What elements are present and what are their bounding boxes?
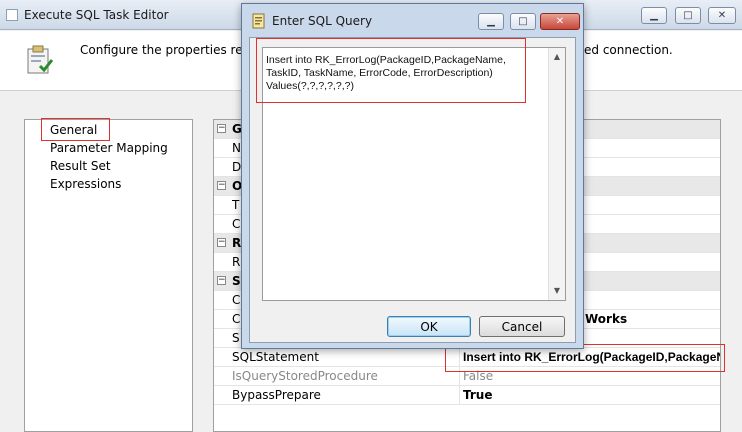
nav-item-parameter-mapping[interactable]: Parameter Mapping xyxy=(50,141,168,155)
property-name: R xyxy=(232,255,241,269)
sql-query-highlight-box xyxy=(256,38,526,103)
header-description: Configure the properties requi xyxy=(80,43,262,57)
property-name: C xyxy=(232,312,241,326)
dialog-minimize-button[interactable]: ▁ xyxy=(478,13,504,30)
property-name: N xyxy=(232,141,241,155)
app-icon xyxy=(6,9,18,21)
sql-query-icon xyxy=(252,13,265,29)
scroll-up-icon[interactable]: ▲ xyxy=(549,49,565,65)
main-close-button[interactable]: ✕ xyxy=(708,7,736,24)
minimize-icon: ▁ xyxy=(650,9,658,21)
property-name: C xyxy=(232,217,241,231)
maximize-icon: □ xyxy=(683,9,693,21)
property-name: SQLStatement xyxy=(232,350,319,364)
query-vertical-scrollbar[interactable]: ▲ ▼ xyxy=(548,48,565,300)
close-icon: ✕ xyxy=(555,15,565,27)
property-name: BypassPrepare xyxy=(232,388,321,402)
property-row[interactable]: BypassPrepare True xyxy=(214,386,720,405)
main-window-title: Execute SQL Task Editor xyxy=(24,8,169,22)
dialog-title: Enter SQL Query xyxy=(272,14,373,28)
collapse-icon[interactable]: − xyxy=(217,124,226,133)
maximize-button[interactable]: □ xyxy=(675,7,701,24)
task-clipboard-icon xyxy=(27,45,54,74)
close-icon: ✕ xyxy=(717,9,727,21)
ok-button[interactable]: OK xyxy=(387,316,471,337)
property-name: T xyxy=(232,198,240,212)
minimize-button[interactable]: ▁ xyxy=(641,7,667,24)
property-category-name: R xyxy=(232,236,242,250)
maximize-icon: □ xyxy=(518,15,528,27)
property-name: C xyxy=(232,293,241,307)
dialog-maximize-button[interactable]: □ xyxy=(510,13,536,30)
header-description-tail: ed connection. xyxy=(584,43,673,57)
general-highlight-box xyxy=(41,118,110,141)
collapse-icon[interactable]: − xyxy=(217,238,226,247)
dialog-close-button[interactable]: ✕ xyxy=(540,13,580,30)
cancel-button[interactable]: Cancel xyxy=(479,316,565,337)
collapse-icon[interactable]: − xyxy=(217,181,226,190)
property-value[interactable]: Works xyxy=(585,312,715,326)
page-nav-list: General Parameter Mapping Result Set Exp… xyxy=(24,119,193,432)
scroll-down-icon[interactable]: ▼ xyxy=(549,283,565,299)
property-name: IsQueryStoredProcedure xyxy=(232,369,378,383)
property-name: S xyxy=(232,331,240,345)
nav-item-result-set[interactable]: Result Set xyxy=(50,159,111,173)
property-value[interactable]: True xyxy=(463,388,720,402)
nav-item-expressions[interactable]: Expressions xyxy=(50,177,121,191)
collapse-icon[interactable]: − xyxy=(217,276,226,285)
property-name: D xyxy=(232,160,242,174)
property-category-name: S xyxy=(232,274,241,288)
minimize-icon: ▁ xyxy=(487,15,495,27)
dialog-titlebar: Enter SQL Query ▁ □ ✕ xyxy=(242,4,583,36)
column-separator xyxy=(459,386,460,405)
